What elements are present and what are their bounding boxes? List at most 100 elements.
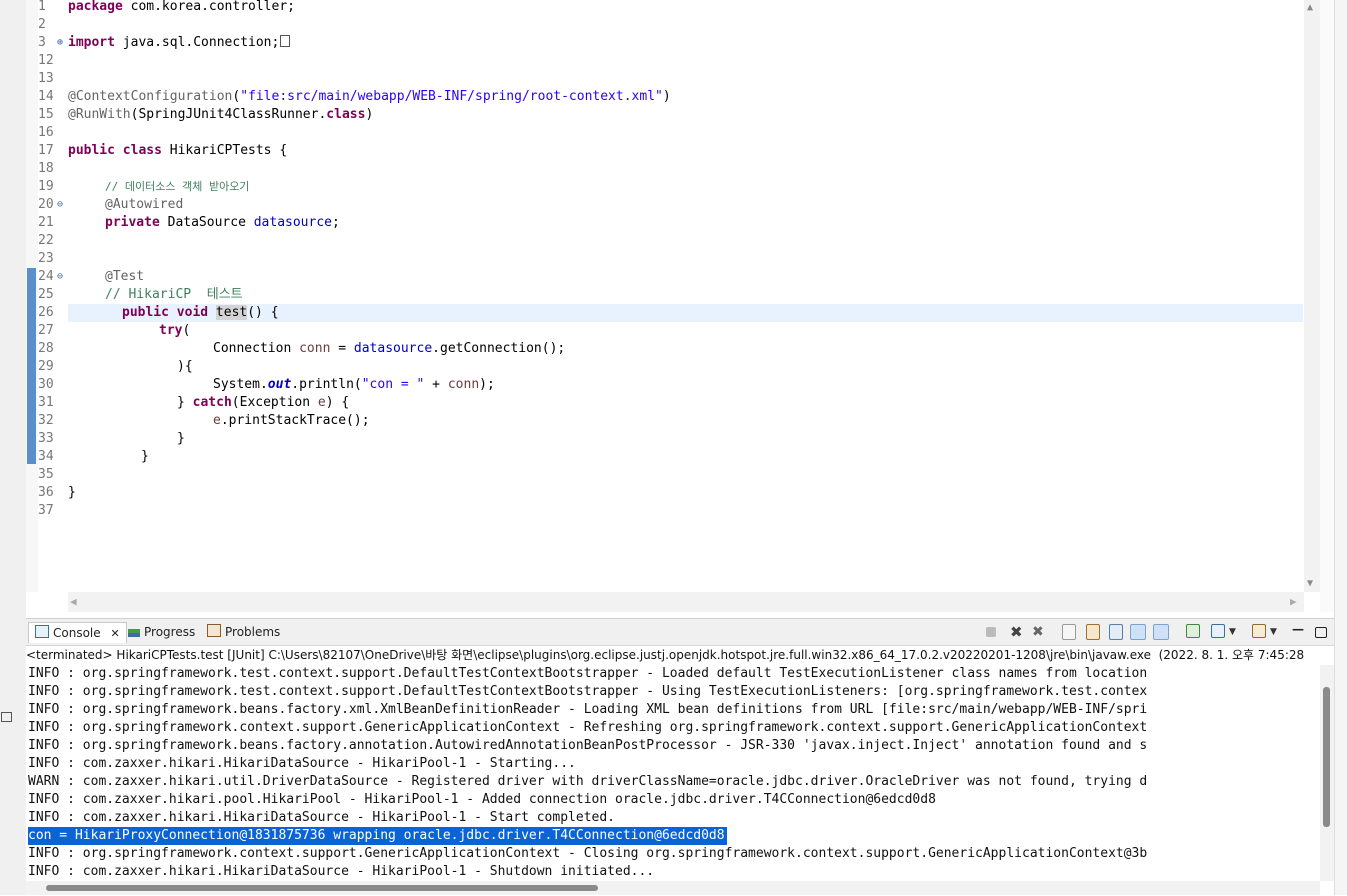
display-console-icon[interactable] bbox=[1211, 624, 1225, 638]
maximize-icon[interactable] bbox=[1315, 627, 1327, 638]
line-number: 17 bbox=[38, 143, 54, 158]
overview-ruler[interactable] bbox=[1320, 0, 1334, 612]
scroll-up-icon[interactable]: ▲ bbox=[1307, 2, 1313, 13]
clear-console-icon[interactable] bbox=[1062, 624, 1076, 640]
vertical-ruler bbox=[26, 0, 38, 592]
code-line: } catch(Exception e) { bbox=[177, 395, 350, 410]
code-line: private DataSource datasource; bbox=[105, 215, 340, 230]
editor-horizontal-scrollbar[interactable]: ◀ ▶ bbox=[68, 592, 1304, 612]
console-vertical-scrollbar[interactable] bbox=[1320, 665, 1334, 881]
code-line: ){ bbox=[177, 359, 193, 374]
minimize-icon[interactable]: — bbox=[1292, 623, 1308, 640]
left-trim-bar bbox=[0, 0, 26, 895]
console-line: INFO : org.springframework.beans.factory… bbox=[28, 738, 1148, 753]
right-trim-bar bbox=[1334, 0, 1347, 895]
code-line: } bbox=[141, 449, 149, 464]
console-output[interactable]: INFO : org.springframework.test.context.… bbox=[26, 665, 1320, 881]
line-number: 18 bbox=[38, 161, 54, 176]
java-editor[interactable]: 1 2 3 ⊕ 12 13 14 15 16 17 18 19 20 ⊖ 21 22… bbox=[26, 0, 1334, 612]
fold-expand-icon[interactable]: ⊕ bbox=[57, 34, 63, 52]
code-line: System.out.println("con = " + conn); bbox=[213, 377, 495, 392]
console-line: INFO : com.zaxxer.hikari.HikariDataSourc… bbox=[28, 810, 615, 825]
console-line: INFO : org.springframework.test.context.… bbox=[28, 666, 1148, 681]
console-line: INFO : org.springframework.test.context.… bbox=[28, 684, 1148, 699]
scroll-right-icon[interactable]: ▶ bbox=[1290, 595, 1297, 608]
line-number: 15 bbox=[38, 107, 54, 122]
line-number: 36 bbox=[38, 485, 54, 500]
view-tab-bar: Console ✕ Progress Problems ✖ ✖ ▼ ▼ — bbox=[26, 619, 1334, 646]
close-icon[interactable]: ✕ bbox=[110, 627, 119, 640]
scroll-lock-icon[interactable] bbox=[1086, 624, 1100, 640]
console-line: INFO : com.zaxxer.hikari.pool.HikariPool… bbox=[28, 792, 936, 807]
problems-icon bbox=[207, 624, 221, 637]
line-number: 25 bbox=[38, 287, 54, 302]
code-area[interactable]: package com.korea.controller; import jav… bbox=[68, 0, 1304, 592]
process-status-label: <terminated> HikariCPTests.test [JUnit] … bbox=[26, 648, 1305, 662]
tab-label: Console bbox=[53, 626, 101, 640]
tab-label: Problems bbox=[225, 625, 281, 639]
show-on-stderr-icon[interactable] bbox=[1153, 624, 1169, 640]
code-line: package com.korea.controller; bbox=[68, 0, 295, 14]
code-line: Connection conn = datasource.getConnecti… bbox=[213, 341, 566, 356]
line-number: 35 bbox=[38, 467, 54, 482]
progress-icon bbox=[128, 629, 140, 637]
console-line: INFO : org.springframework.context.suppo… bbox=[28, 720, 1148, 735]
line-number: 37 bbox=[38, 503, 54, 518]
show-on-stdout-icon[interactable] bbox=[1130, 624, 1146, 640]
code-line: e.printStackTrace(); bbox=[213, 413, 370, 428]
method-name-occurrence[interactable]: test bbox=[215, 305, 248, 320]
code-line: try( bbox=[159, 323, 191, 338]
fold-collapse-icon[interactable]: ⊖ bbox=[57, 268, 63, 286]
terminate-icon[interactable] bbox=[986, 627, 996, 637]
line-number: 34 bbox=[38, 449, 54, 464]
code-line: @ContextConfiguration("file:src/main/web… bbox=[68, 89, 671, 104]
line-number: 27 bbox=[38, 323, 54, 338]
scroll-down-icon[interactable]: ▼ bbox=[1307, 578, 1313, 589]
line-number: 30 bbox=[38, 377, 54, 392]
code-line: import java.sql.Connection; bbox=[68, 34, 291, 52]
line-number: 22 bbox=[38, 233, 54, 248]
line-number: 19 bbox=[38, 179, 54, 194]
code-line: public void test() { bbox=[122, 305, 279, 320]
tab-label: Progress bbox=[144, 625, 196, 639]
tab-problems[interactable]: Problems bbox=[201, 622, 286, 642]
tab-console[interactable]: Console ✕ bbox=[28, 622, 127, 643]
console-view: Console ✕ Progress Problems ✖ ✖ ▼ ▼ — <t… bbox=[26, 618, 1334, 896]
code-line: @Test bbox=[105, 269, 145, 284]
folded-imports-icon[interactable] bbox=[280, 35, 291, 47]
line-number: 12 bbox=[38, 53, 54, 68]
line-number: 32 bbox=[38, 413, 54, 428]
console-line: INFO : com.zaxxer.hikari.HikariDataSourc… bbox=[28, 864, 655, 879]
console-horizontal-scrollbar[interactable] bbox=[26, 881, 1320, 895]
open-console-icon[interactable] bbox=[1252, 624, 1266, 638]
editor-vertical-scrollbar[interactable]: ▲ ▼ bbox=[1304, 0, 1320, 592]
console-line: INFO : org.springframework.context.suppo… bbox=[28, 846, 1148, 861]
console-line: WARN : com.zaxxer.hikari.util.DriverData… bbox=[28, 774, 1148, 789]
line-number: 33 bbox=[38, 431, 54, 446]
remove-launch-icon[interactable]: ✖ bbox=[1010, 624, 1026, 640]
console-line: INFO : com.zaxxer.hikari.HikariDataSourc… bbox=[28, 756, 576, 771]
scroll-left-icon[interactable]: ◀ bbox=[70, 595, 77, 608]
line-number: 23 bbox=[38, 251, 54, 266]
restore-view-icon[interactable] bbox=[1, 712, 12, 722]
remove-all-terminated-icon[interactable]: ✖ bbox=[1032, 624, 1048, 640]
line-number: 20 bbox=[38, 197, 54, 212]
word-wrap-icon[interactable] bbox=[1109, 624, 1123, 640]
scrollbar-thumb[interactable] bbox=[46, 885, 598, 891]
code-line: @RunWith(SpringJUnit4ClassRunner.class) bbox=[68, 107, 374, 122]
line-number: 29 bbox=[38, 359, 54, 374]
line-number: 21 bbox=[38, 215, 54, 230]
selected-console-line[interactable]: con = HikariProxyConnection@1831875736 w… bbox=[28, 827, 727, 845]
line-number: 31 bbox=[38, 395, 54, 410]
code-line: @Autowired bbox=[105, 197, 184, 212]
chevron-down-icon[interactable]: ▼ bbox=[1229, 624, 1245, 640]
pin-console-icon[interactable] bbox=[1186, 624, 1200, 638]
line-number: 3 bbox=[38, 35, 46, 50]
scrollbar-thumb[interactable] bbox=[1323, 687, 1330, 827]
fold-collapse-icon[interactable]: ⊖ bbox=[57, 196, 63, 214]
tab-progress[interactable]: Progress bbox=[122, 622, 201, 642]
chevron-down-icon[interactable]: ▼ bbox=[1270, 624, 1286, 640]
line-number: 1 bbox=[38, 0, 46, 14]
code-line: // HikariCP 테스트 bbox=[105, 287, 243, 302]
line-number: 16 bbox=[38, 125, 54, 140]
